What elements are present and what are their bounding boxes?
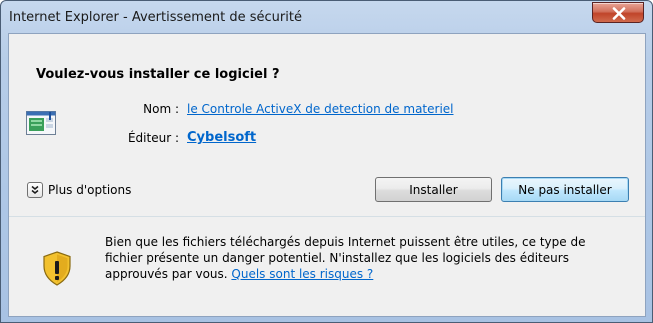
chevron-down-icon[interactable] [27,182,43,198]
publisher-label: Éditeur : [127,131,179,145]
warning-shield-icon [42,251,72,290]
name-label: Nom : [143,102,179,116]
security-warning-message: Bien que les fichiers téléchargés depuis… [105,234,625,282]
install-button[interactable]: Installer [375,177,492,202]
more-options-label[interactable]: Plus d'options [48,183,131,197]
publisher-link[interactable]: Cybelsoft [187,130,256,145]
window-title: Internet Explorer - Avertissement de séc… [9,10,302,25]
activex-program-icon [26,111,56,139]
dialog-content: Voulez-vous installer ce logiciel ? Nom … [8,33,646,317]
close-icon [612,7,626,20]
dont-install-button[interactable]: Ne pas installer [501,177,629,202]
title-bar[interactable]: Internet Explorer - Avertissement de séc… [1,1,652,33]
security-warning-dialog: Internet Explorer - Avertissement de séc… [0,0,653,323]
risks-link[interactable]: Quels sont les risques ? [231,267,373,281]
control-name-link[interactable]: le Controle ActiveX de detection de mate… [187,102,454,116]
close-button[interactable] [592,2,644,23]
install-prompt-panel: Voulez-vous installer ce logiciel ? Nom … [9,34,645,216]
install-question: Voulez-vous installer ce logiciel ? [36,67,280,82]
more-options-toggle[interactable]: Plus d'options [27,179,131,201]
warning-panel: Bien que les fichiers téléchargés depuis… [9,217,645,316]
